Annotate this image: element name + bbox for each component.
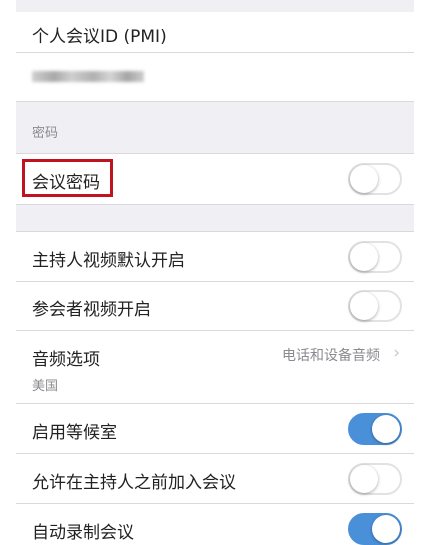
host-video-row[interactable]: 主持人视频默认开启: [16, 231, 414, 282]
pmi-value-blurred: [32, 71, 144, 82]
waiting-room-row[interactable]: 启用等候室: [16, 403, 414, 454]
meeting-password-label: 会议密码: [32, 173, 100, 193]
section-gap: [16, 204, 414, 232]
pmi-title: 个人会议ID (PMI): [32, 27, 167, 47]
auto-record-row[interactable]: 自动录制会议: [16, 503, 414, 545]
audio-option-value: 电话和设备音频: [282, 348, 380, 364]
waiting-room-toggle[interactable]: [348, 413, 402, 445]
pmi-value-row: [16, 52, 414, 101]
toggle-knob: [350, 465, 378, 493]
meeting-password-row[interactable]: 会议密码: [16, 153, 414, 204]
left-margin: [0, 0, 16, 534]
password-section-header: 密码: [16, 101, 414, 154]
host-video-label: 主持人视频默认开启: [32, 251, 185, 271]
toggle-knob: [372, 515, 400, 543]
join-before-host-toggle[interactable]: [348, 463, 402, 495]
audio-region: 美国: [32, 379, 59, 394]
auto-record-toggle[interactable]: [348, 513, 402, 545]
chevron-right-icon: ›: [393, 343, 400, 363]
auto-record-label: 自动录制会议: [32, 523, 134, 543]
toggle-knob: [350, 292, 378, 320]
toggle-knob: [372, 415, 400, 443]
participant-video-label: 参会者视频开启: [32, 300, 151, 320]
waiting-room-label: 启用等候室: [32, 423, 117, 443]
join-before-host-row[interactable]: 允许在主持人之前加入会议: [16, 453, 414, 504]
toggle-knob: [350, 165, 378, 193]
host-video-toggle[interactable]: [348, 241, 402, 273]
audio-option-label: 音频选项: [32, 350, 100, 370]
meeting-password-toggle[interactable]: [348, 163, 402, 195]
settings-panel: 个人会议ID (PMI) 密码 会议密码 主持人视频默认开启 参会者视频开启 音…: [16, 0, 414, 545]
participant-video-row[interactable]: 参会者视频开启: [16, 281, 414, 331]
participant-video-toggle[interactable]: [348, 290, 402, 322]
audio-option-row[interactable]: 音频选项 电话和设备音频 › 美国: [16, 330, 414, 404]
pmi-title-row: 个人会议ID (PMI): [16, 12, 414, 52]
join-before-host-label: 允许在主持人之前加入会议: [32, 473, 236, 493]
toggle-knob: [350, 243, 378, 271]
password-section-label: 密码: [32, 126, 59, 141]
right-margin: [414, 0, 440, 534]
